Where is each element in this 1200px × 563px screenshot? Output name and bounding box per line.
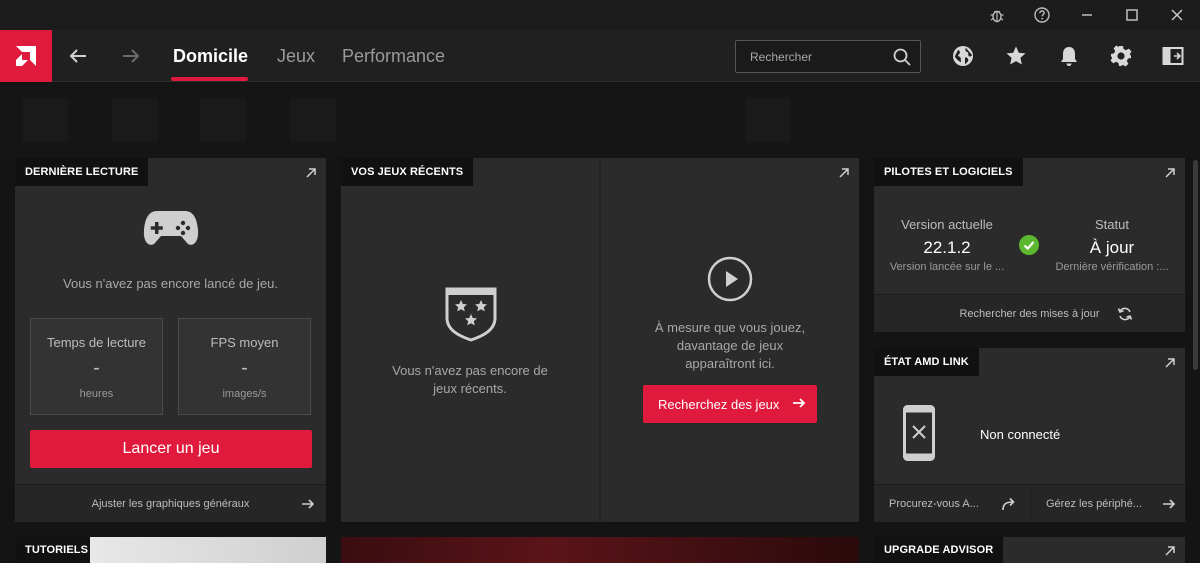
search-icon[interactable] <box>892 47 912 72</box>
banner-decoration <box>290 97 336 143</box>
card-title: UPGRADE ADVISOR <box>874 537 1004 563</box>
card-title: VOS JEUX RÉCENTS <box>341 158 474 186</box>
stat-unit: heures <box>79 388 114 400</box>
search-input[interactable] <box>736 41 886 72</box>
connection-status: Non connecté <box>980 427 1061 442</box>
manage-devices-action[interactable]: Gérez les périphé... <box>1031 485 1185 523</box>
share-arrow-icon[interactable] <box>1001 496 1017 517</box>
hint-line: apparaîtront ici. <box>685 356 775 371</box>
bug-icon[interactable] <box>977 0 1017 30</box>
minimize-icon[interactable] <box>1067 0 1107 30</box>
phone-disconnected-icon <box>903 405 935 466</box>
banner-decoration <box>22 97 68 143</box>
status-label: Statut <box>1095 217 1129 232</box>
expand-arrow-icon[interactable] <box>1164 544 1176 556</box>
hint-message: À mesure que vous jouez, davantage de je… <box>601 319 859 373</box>
close-icon[interactable] <box>1157 0 1197 30</box>
manage-devices-label[interactable]: Gérez les périphé... <box>1046 498 1142 510</box>
vertical-scrollbar[interactable] <box>1193 160 1198 370</box>
upgrade-advisor-card: UPGRADE ADVISOR <box>874 537 1185 563</box>
stat-label: Temps de lecture <box>47 335 146 350</box>
check-updates-link[interactable]: Rechercher des mises à jour <box>874 308 1185 320</box>
amd-logo-icon <box>16 46 36 66</box>
recent-games-card: VOS JEUX RÉCENTS Vous n'avez pas encore … <box>341 158 859 522</box>
amd-logo[interactable] <box>0 30 52 82</box>
bell-icon[interactable] <box>1056 43 1082 69</box>
banner-decoration <box>745 97 791 143</box>
current-version-label: Version actuelle <box>901 217 993 232</box>
card-title: DERNIÈRE LECTURE <box>15 158 149 186</box>
tutorials-card: TUTORIELS <box>15 537 326 563</box>
badge-stars-icon <box>444 286 498 347</box>
checkmark-icon <box>1019 235 1039 260</box>
maximize-icon[interactable] <box>1112 0 1152 30</box>
expand-arrow-icon[interactable] <box>1164 166 1176 178</box>
title-bar <box>0 0 1200 30</box>
top-navigation-bar: Domicile Jeux Performance <box>0 30 1200 82</box>
globe-icon[interactable] <box>950 43 976 69</box>
get-amd-link-action[interactable]: Procurez-vous A... <box>874 485 1029 523</box>
fps-stat: FPS moyen - images/s <box>178 318 311 415</box>
right-arrow-icon[interactable] <box>301 497 315 516</box>
hint-line: À mesure que vous jouez, <box>654 320 806 335</box>
hint-line: davantage de jeux <box>676 338 784 353</box>
banner-decoration <box>200 97 246 143</box>
status-value: À jour <box>1089 238 1135 257</box>
gamepad-icon <box>143 208 199 253</box>
empty-state-message: Vous n'avez pas encore de jeux récents. <box>341 362 599 398</box>
stat-value: - <box>241 357 248 379</box>
active-tab-indicator <box>171 77 248 81</box>
get-amd-link-label[interactable]: Procurez-vous A... <box>889 498 979 510</box>
stat-label: FPS moyen <box>210 335 279 350</box>
gear-icon[interactable] <box>1108 43 1134 69</box>
drivers-card: PILOTES ET LOGICIELS Version actuelle 22… <box>874 158 1185 332</box>
forward-arrow-icon[interactable] <box>119 44 143 68</box>
featured-banner-card[interactable] <box>341 537 859 563</box>
banner-decoration <box>112 97 158 143</box>
help-icon[interactable] <box>1022 0 1062 30</box>
search-games-button[interactable]: Recherchez des jeux <box>643 385 817 423</box>
expand-arrow-icon[interactable] <box>305 166 317 178</box>
adjust-graphics-link[interactable]: Ajuster les graphiques généraux <box>15 498 326 510</box>
amd-link-actions: Procurez-vous A... Gérez les périphé... <box>874 484 1185 522</box>
last-check-date: Dernière vérification :... <box>1055 261 1169 273</box>
tab-performance[interactable]: Performance <box>342 46 445 67</box>
current-version-value: 22.1.2 <box>923 238 971 257</box>
card-title: PILOTES ET LOGICIELS <box>874 158 1023 186</box>
playtime-stat: Temps de lecture - heures <box>30 318 163 415</box>
star-icon[interactable] <box>1003 43 1029 69</box>
refresh-icon[interactable] <box>1117 306 1133 327</box>
launch-game-button[interactable]: Lancer un jeu <box>30 430 312 468</box>
card-title: TUTORIELS <box>15 537 99 563</box>
version-release-date: Version lancée sur le ... <box>889 261 1005 273</box>
amd-link-card: ÉTAT AMD LINK Non connecté Procurez-vous… <box>874 348 1185 522</box>
tab-jeux[interactable]: Jeux <box>277 46 315 67</box>
tab-domicile[interactable]: Domicile <box>173 46 248 67</box>
empty-message-line: jeux récents. <box>433 381 507 396</box>
back-arrow-icon[interactable] <box>66 44 90 68</box>
tutorial-thumbnail[interactable] <box>90 537 326 563</box>
stat-unit: images/s <box>222 388 267 400</box>
expand-arrow-icon[interactable] <box>1164 356 1176 368</box>
empty-state-message: Vous n'avez pas encore lancé de jeu. <box>63 276 278 291</box>
card-title: ÉTAT AMD LINK <box>874 348 979 376</box>
sidebar-toggle-icon[interactable] <box>1160 43 1186 69</box>
right-arrow-icon <box>792 396 806 413</box>
right-arrow-icon[interactable] <box>1162 497 1176 516</box>
check-updates-row[interactable]: Rechercher des mises à jour <box>874 294 1185 332</box>
background-banner <box>0 83 1200 158</box>
empty-message-line: Vous n'avez pas encore de <box>392 363 548 378</box>
search-box <box>735 40 921 73</box>
search-games-label: Recherchez des jeux <box>658 396 780 412</box>
play-circle-icon <box>707 256 753 307</box>
last-played-card: DERNIÈRE LECTURE Vous n'avez pas encore … <box>15 158 326 522</box>
adjust-graphics-row[interactable]: Ajuster les graphiques généraux <box>15 484 326 522</box>
expand-arrow-icon[interactable] <box>838 166 850 178</box>
stat-value: - <box>93 357 100 379</box>
